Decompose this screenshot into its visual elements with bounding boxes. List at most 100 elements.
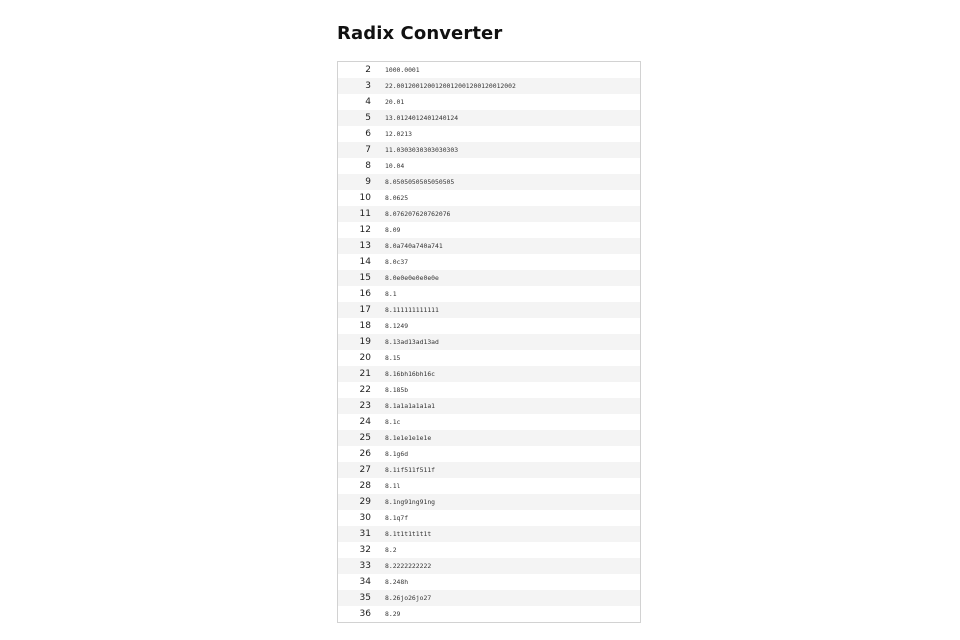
radix-label: 8 xyxy=(365,161,371,171)
radix-cell: 24 xyxy=(338,414,371,430)
radix-label: 16 xyxy=(359,289,371,299)
radix-table: 2 1000.0001 3 22.00120012001200120012001200… xyxy=(337,61,641,623)
table-row: 33 8.2222222222 xyxy=(338,558,640,574)
radix-cell: 18 xyxy=(338,318,371,334)
converted-value-cell: 8.0625 xyxy=(371,190,640,206)
table-row: 19 8.13ad13ad13ad xyxy=(338,334,640,350)
table-row: 30 8.1q7f xyxy=(338,510,640,526)
converted-value-cell: 22.0012001200120012001200120012002 xyxy=(371,78,640,94)
radix-label: 5 xyxy=(365,113,371,123)
radix-label: 35 xyxy=(359,593,371,603)
radix-cell: 28 xyxy=(338,478,371,494)
converted-value: 8.1c xyxy=(385,418,401,426)
table-row: 14 8.0c37 xyxy=(338,254,640,270)
table-row: 20 8.15 xyxy=(338,350,640,366)
converted-value: 8.1t1t1t1t1t xyxy=(385,530,432,538)
converted-value-cell: 8.13ad13ad13ad xyxy=(371,334,640,350)
table-row: 16 8.1 xyxy=(338,286,640,302)
radix-label: 27 xyxy=(359,465,371,475)
radix-label: 11 xyxy=(359,209,371,219)
radix-cell: 4 xyxy=(338,94,371,110)
converted-value: 8.2222222222 xyxy=(385,562,432,570)
table-row: 6 12.0213 xyxy=(338,126,640,142)
converted-value: 10.04 xyxy=(385,162,405,170)
radix-cell: 14 xyxy=(338,254,371,270)
radix-label: 34 xyxy=(359,577,371,587)
table-row: 36 8.29 xyxy=(338,606,640,622)
radix-cell: 25 xyxy=(338,430,371,446)
table-row: 11 8.076207620762076 xyxy=(338,206,640,222)
table-row: 2 1000.0001 xyxy=(338,62,640,78)
table-row: 5 13.0124012401240124 xyxy=(338,110,640,126)
converted-value: 20.01 xyxy=(385,98,405,106)
converted-value-cell: 8.248h xyxy=(371,574,640,590)
radix-cell: 21 xyxy=(338,366,371,382)
table-row: 25 8.1e1e1e1e1e xyxy=(338,430,640,446)
radix-label: 19 xyxy=(359,337,371,347)
radix-cell: 3 xyxy=(338,78,371,94)
radix-cell: 19 xyxy=(338,334,371,350)
converted-value: 8.1if511f511f xyxy=(385,466,436,474)
converted-value: 8.09 xyxy=(385,226,401,234)
converted-value-cell: 8.0c37 xyxy=(371,254,640,270)
converted-value: 11.0303030303030303 xyxy=(385,146,459,154)
converted-value: 8.0e0e0e0e0e0e xyxy=(385,274,439,282)
table-row: 27 8.1if511f511f xyxy=(338,462,640,478)
table-row: 28 8.1l xyxy=(338,478,640,494)
converted-value-cell: 8.1a1a1a1a1a1 xyxy=(371,398,640,414)
page-title: Radix Converter xyxy=(337,23,503,44)
radix-cell: 6 xyxy=(338,126,371,142)
converted-value-cell: 8.29 xyxy=(371,606,640,622)
converted-value: 8.0a740a740a741 xyxy=(385,242,443,250)
converted-value-cell: 13.0124012401240124 xyxy=(371,110,640,126)
radix-cell: 30 xyxy=(338,510,371,526)
radix-label: 3 xyxy=(365,81,371,91)
converted-value: 8.1g6d xyxy=(385,450,409,458)
radix-cell: 32 xyxy=(338,542,371,558)
converted-value-cell: 8.1 xyxy=(371,286,640,302)
table-row: 10 8.0625 xyxy=(338,190,640,206)
table-row: 12 8.09 xyxy=(338,222,640,238)
table-row: 4 20.01 xyxy=(338,94,640,110)
radix-cell: 20 xyxy=(338,350,371,366)
converted-value-cell: 8.1ng91ng91ng xyxy=(371,494,640,510)
radix-label: 21 xyxy=(359,369,371,379)
radix-cell: 26 xyxy=(338,446,371,462)
converted-value-cell: 8.1249 xyxy=(371,318,640,334)
table-row: 17 8.111111111111 xyxy=(338,302,640,318)
table-row: 26 8.1g6d xyxy=(338,446,640,462)
table-row: 8 10.04 xyxy=(338,158,640,174)
converted-value-cell: 8.1q7f xyxy=(371,510,640,526)
converted-value: 8.1e1e1e1e1e xyxy=(385,434,432,442)
converted-value-cell: 8.16bh16bh16c xyxy=(371,366,640,382)
table-row: 9 8.0505050505050505 xyxy=(338,174,640,190)
converted-value: 8.1 xyxy=(385,290,397,298)
table-row: 7 11.0303030303030303 xyxy=(338,142,640,158)
table-row: 31 8.1t1t1t1t1t xyxy=(338,526,640,542)
radix-label: 22 xyxy=(359,385,371,395)
radix-cell: 7 xyxy=(338,142,371,158)
converted-value: 8.076207620762076 xyxy=(385,210,451,218)
radix-cell: 8 xyxy=(338,158,371,174)
radix-label: 4 xyxy=(365,97,371,107)
converted-value: 8.0625 xyxy=(385,194,409,202)
converted-value: 8.1ng91ng91ng xyxy=(385,498,436,506)
converted-value-cell: 8.1c xyxy=(371,414,640,430)
radix-cell: 15 xyxy=(338,270,371,286)
table-row: 13 8.0a740a740a741 xyxy=(338,238,640,254)
converted-value: 8.185b xyxy=(385,386,409,394)
radix-label: 30 xyxy=(359,513,371,523)
radix-cell: 35 xyxy=(338,590,371,606)
radix-cell: 17 xyxy=(338,302,371,318)
table-row: 24 8.1c xyxy=(338,414,640,430)
converted-value: 8.111111111111 xyxy=(385,306,439,314)
converted-value-cell: 8.1if511f511f xyxy=(371,462,640,478)
radix-label: 29 xyxy=(359,497,371,507)
converted-value-cell: 11.0303030303030303 xyxy=(371,142,640,158)
radix-label: 14 xyxy=(359,257,371,267)
radix-label: 6 xyxy=(365,129,371,139)
radix-label: 12 xyxy=(359,225,371,235)
radix-cell: 31 xyxy=(338,526,371,542)
converted-value-cell: 8.1l xyxy=(371,478,640,494)
radix-cell: 2 xyxy=(338,62,371,78)
